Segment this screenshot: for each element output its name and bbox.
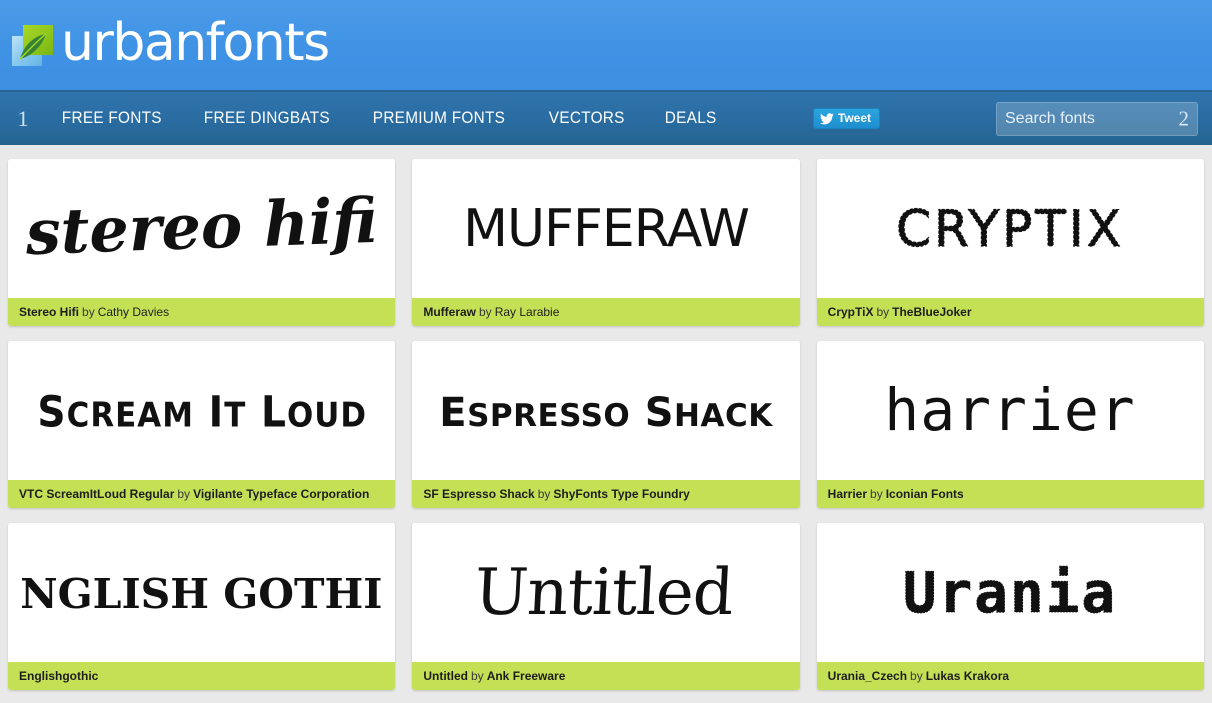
font-by-label: by xyxy=(479,305,492,319)
font-preview-image: MUFFERAW xyxy=(412,159,800,298)
font-author[interactable]: TheBlueJoker xyxy=(892,305,971,319)
svg-text:CRYPTIX: CRYPTIX xyxy=(896,200,1124,258)
font-card-caption: VTC ScreamItLoud Regular by Vigilante Ty… xyxy=(8,480,396,508)
main-navbar: 1 FREE FONTS FREE DINGBATS PREMIUM FONTS… xyxy=(0,90,1212,145)
font-author[interactable]: Iconian Fonts xyxy=(886,487,964,501)
font-author[interactable]: Lukas Krakora xyxy=(926,669,1009,683)
font-by-label: by xyxy=(910,669,923,683)
font-by-label: by xyxy=(537,487,551,501)
font-card[interactable]: Untitled Untitled by Ank Freeware xyxy=(412,523,800,690)
font-card-caption: Harrier by Iconian Fonts xyxy=(816,480,1204,508)
font-author[interactable]: ShyFonts Type Foundry xyxy=(553,487,689,501)
twitter-bird-icon xyxy=(819,112,834,125)
font-by-label: by xyxy=(471,669,484,683)
search-input[interactable] xyxy=(996,101,1198,136)
font-grid: stereo hifi Stereo Hifi by Cathy Davies … xyxy=(0,145,1212,690)
font-name[interactable]: Urania_Czech xyxy=(828,669,907,683)
font-author[interactable]: Vigilante Typeface Corporation xyxy=(193,487,369,501)
font-by-label: by xyxy=(876,305,890,319)
svg-text:SCREAM IT LOUD: SCREAM IT LOUD xyxy=(37,386,367,436)
font-card[interactable]: MUFFERAW Mufferaw by Ray Larabie xyxy=(412,159,800,326)
nav-item-premium-fonts[interactable]: PREMIUM FONTS xyxy=(357,109,521,128)
nav-item-list: FREE FONTS FREE DINGBATS PREMIUM FONTS V… xyxy=(46,109,739,128)
font-preview-image: stereo hifi xyxy=(8,159,396,298)
svg-text:ENGLISH GOTHIC: ENGLISH GOTHIC xyxy=(22,570,382,618)
navbar-right-group: Tweet 2 xyxy=(812,101,1204,136)
font-name[interactable]: Mufferaw xyxy=(423,305,476,319)
font-card-caption: Mufferaw by Ray Larabie xyxy=(412,298,800,326)
font-name[interactable]: CrypTiX xyxy=(828,305,874,319)
svg-text:MUFFERAW: MUFFERAW xyxy=(463,199,749,259)
tweet-button-label: Tweet xyxy=(837,111,871,125)
font-name[interactable]: Englishgothic xyxy=(19,669,98,683)
font-by-label: by xyxy=(177,487,191,501)
font-card-caption: Untitled by Ank Freeware xyxy=(412,662,800,690)
font-card-caption: SF Espresso Shack by ShyFonts Type Found… xyxy=(412,480,800,508)
font-preview-image: SCREAM IT LOUD xyxy=(8,341,396,480)
font-card-caption: CrypTiX by TheBlueJoker xyxy=(816,298,1204,326)
font-name[interactable]: SF Espresso Shack xyxy=(423,487,534,501)
nav-li: DEALS xyxy=(649,109,739,128)
svg-text:stereo hifi: stereo hifi xyxy=(23,184,378,269)
leaf-square-logo-icon xyxy=(12,24,54,66)
font-preview-image: ENGLISH GOTHIC xyxy=(8,523,396,662)
site-banner: urbanfonts xyxy=(0,0,1212,90)
font-by-label: by xyxy=(870,487,883,501)
font-card[interactable]: Urania Urania_Czech by Lukas Krakora xyxy=(816,523,1204,690)
font-name[interactable]: VTC ScreamItLoud Regular xyxy=(19,487,174,501)
font-card[interactable]: CRYPTIX CrypTiX by TheBlueJoker xyxy=(816,159,1204,326)
nav-item-vectors[interactable]: VECTORS xyxy=(533,109,640,128)
font-name[interactable]: Harrier xyxy=(828,487,867,501)
font-name[interactable]: Untitled xyxy=(423,669,468,683)
font-preview-image: Urania xyxy=(816,523,1204,662)
search-box: 2 xyxy=(996,101,1198,136)
font-card[interactable]: ESPRESSO SHACK SF Espresso Shack by ShyF… xyxy=(412,341,800,508)
svg-text:ESPRESSO SHACK: ESPRESSO SHACK xyxy=(439,390,773,436)
font-preview-image: ESPRESSO SHACK xyxy=(412,341,800,480)
font-by-label: by xyxy=(82,305,95,319)
font-card[interactable]: ENGLISH GOTHIC Englishgothic xyxy=(8,523,396,690)
svg-text:Urania: Urania xyxy=(903,561,1117,626)
tweet-button[interactable]: Tweet xyxy=(812,108,880,129)
svg-text:Untitled: Untitled xyxy=(473,556,735,630)
font-card[interactable]: stereo hifi Stereo Hifi by Cathy Davies xyxy=(8,159,396,326)
nav-item-free-fonts[interactable]: FREE FONTS xyxy=(46,109,178,128)
font-author[interactable]: Ray Larabie xyxy=(495,305,560,319)
svg-text:harrier: harrier xyxy=(885,376,1136,444)
font-author[interactable]: Cathy Davies xyxy=(98,305,169,319)
nav-li: VECTORS xyxy=(533,109,649,128)
font-card-caption: Englishgothic xyxy=(8,662,396,690)
font-author[interactable]: Ank Freeware xyxy=(487,669,566,683)
nav-li: FREE DINGBATS xyxy=(188,109,358,128)
font-card-caption: Urania_Czech by Lukas Krakora xyxy=(816,662,1204,690)
nav-marker-1: 1 xyxy=(17,105,29,131)
nav-li: FREE FONTS xyxy=(46,109,188,128)
font-name[interactable]: Stereo Hifi xyxy=(19,305,79,319)
font-card[interactable]: SCREAM IT LOUD VTC ScreamItLoud Regular … xyxy=(8,341,396,508)
font-card[interactable]: harrier Harrier by Iconian Fonts xyxy=(816,341,1204,508)
font-preview-image: Untitled xyxy=(412,523,800,662)
font-card-caption: Stereo Hifi by Cathy Davies xyxy=(8,298,396,326)
nav-li: PREMIUM FONTS xyxy=(357,109,533,128)
nav-item-free-dingbats[interactable]: FREE DINGBATS xyxy=(188,109,346,128)
site-logo-link[interactable]: urbanfonts xyxy=(12,12,330,74)
nav-item-deals[interactable]: DEALS xyxy=(649,109,732,128)
font-preview-image: harrier xyxy=(816,341,1204,480)
font-preview-image: CRYPTIX xyxy=(816,159,1204,298)
site-logo-text: urbanfonts xyxy=(61,12,330,73)
